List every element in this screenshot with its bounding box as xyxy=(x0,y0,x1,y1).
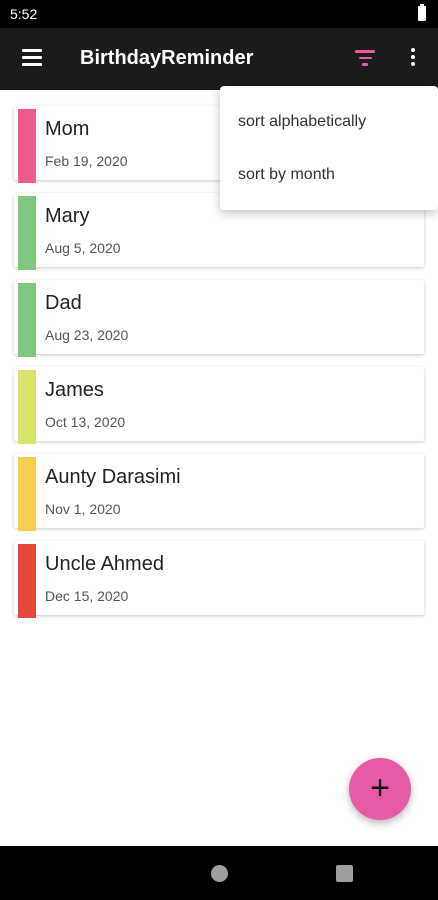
recents-square-icon[interactable] xyxy=(336,865,353,882)
person-name: Mary xyxy=(45,205,90,227)
color-stripe xyxy=(18,370,36,444)
color-stripe xyxy=(18,109,36,183)
color-stripe xyxy=(18,196,36,270)
birthday-date: Feb 19, 2020 xyxy=(45,153,128,169)
birthday-date: Dec 15, 2020 xyxy=(45,588,129,604)
sort-dropdown-menu: sort alphabetically sort by month xyxy=(220,86,438,210)
hamburger-menu-icon[interactable] xyxy=(22,49,42,66)
person-name: Aunty Darasimi xyxy=(45,466,181,488)
home-circle-icon[interactable] xyxy=(211,865,228,882)
birthday-date: Nov 1, 2020 xyxy=(45,501,121,517)
color-stripe xyxy=(18,457,36,531)
person-name: Dad xyxy=(45,292,82,314)
birthday-card[interactable]: Dad Aug 23, 2020 xyxy=(14,280,424,357)
person-name: James xyxy=(45,379,104,401)
more-vert-icon[interactable] xyxy=(406,48,420,70)
status-bar: 5:52 xyxy=(0,0,438,28)
app-title: BirthdayReminder xyxy=(80,47,254,69)
birthday-date: Aug 23, 2020 xyxy=(45,327,129,343)
color-stripe xyxy=(18,544,36,618)
sort-by-month-item[interactable]: sort by month xyxy=(238,166,335,184)
birthday-card[interactable]: Aunty Darasimi Nov 1, 2020 xyxy=(14,454,424,531)
add-birthday-button[interactable]: + xyxy=(349,758,411,820)
birthday-card[interactable]: Uncle Ahmed Dec 15, 2020 xyxy=(14,541,424,618)
battery-icon xyxy=(418,4,426,21)
app-bar: BirthdayReminder xyxy=(0,28,438,90)
system-nav-bar xyxy=(0,846,438,900)
add-icon: + xyxy=(370,769,390,807)
birthday-date: Aug 5, 2020 xyxy=(45,240,121,256)
status-time: 5:52 xyxy=(10,6,38,22)
color-stripe xyxy=(18,283,36,357)
filter-icon[interactable] xyxy=(354,50,376,70)
birthday-date: Oct 13, 2020 xyxy=(45,414,126,430)
sort-alphabetically-item[interactable]: sort alphabetically xyxy=(238,113,366,131)
birthday-card[interactable]: James Oct 13, 2020 xyxy=(14,367,424,444)
person-name: Mom xyxy=(45,118,90,140)
person-name: Uncle Ahmed xyxy=(45,553,164,575)
